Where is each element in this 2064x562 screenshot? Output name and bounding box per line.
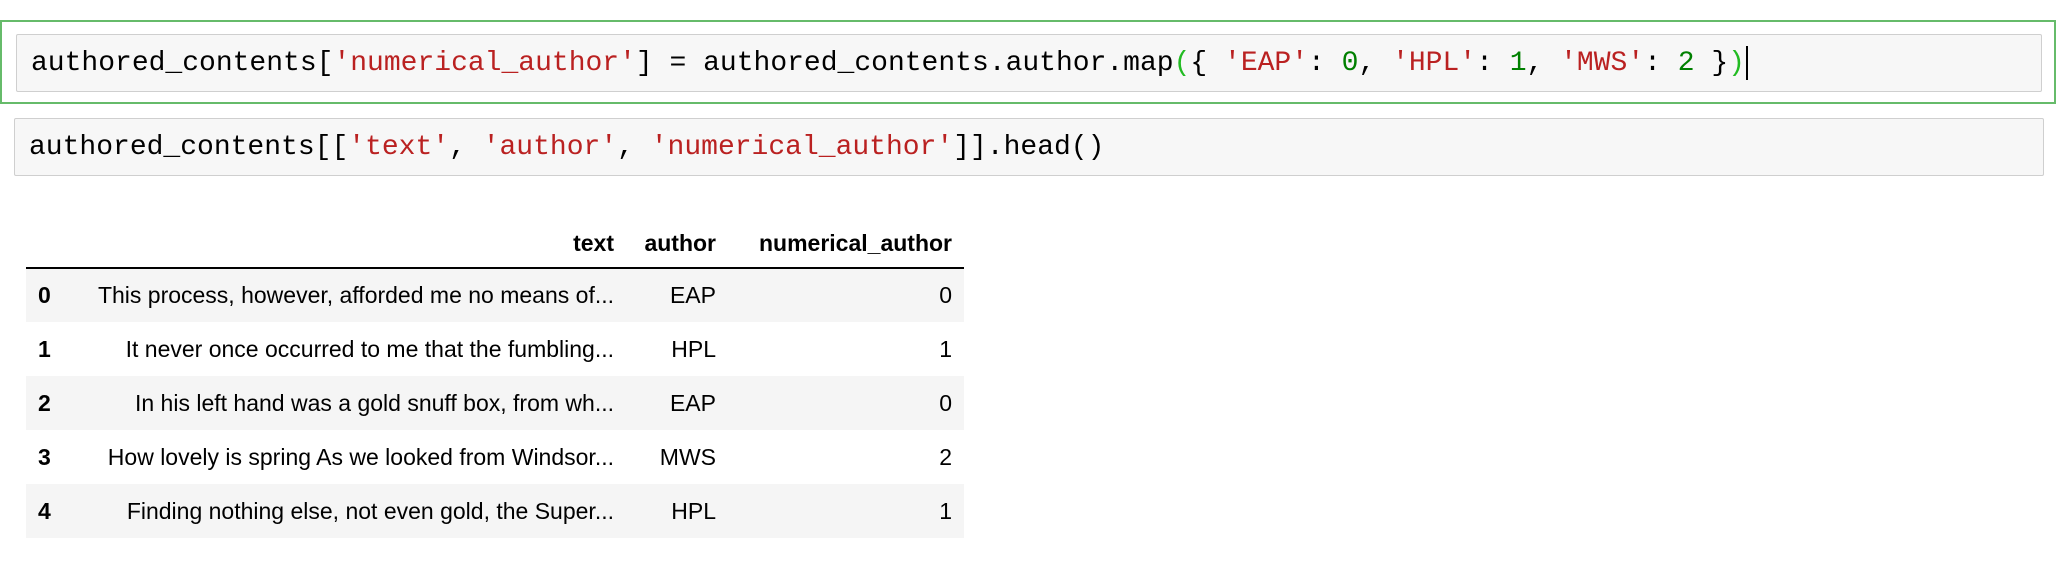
cell-author: MWS [659,443,716,470]
text-cursor [1745,46,1748,80]
code-token: authored_contents[[ [29,131,349,163]
code-token: , [1526,47,1561,79]
row-index: 2 [38,389,51,416]
cell-output: text author numerical_author 0 This proce… [26,220,964,538]
column-header-numerical-author: numerical_author [728,220,964,269]
cell-text: This process, however, afforded me no me… [97,282,614,308]
code-token: 2 [1677,47,1695,79]
code-token: 'author' [482,131,618,163]
table-header-row: text author numerical_author [26,220,964,269]
table-row: 2 In his left hand was a gold snuff box, … [26,376,964,430]
row-index: 4 [38,497,51,524]
cell-text: In his left hand was a gold snuff box, f… [134,389,614,416]
code-cell[interactable]: authored_contents[['text', 'author', 'nu… [0,112,2056,182]
code-token: ] = authored_contents.author.map [635,47,1174,79]
column-header-text: text [64,220,626,269]
cell-author: HPL [671,335,716,362]
row-index: 0 [38,282,51,308]
code-token: , [1358,47,1393,79]
code-token: ]].head() [953,131,1105,163]
cell-numerical-author: 2 [939,443,952,470]
code-token: 'HPL' [1392,47,1477,79]
code-token: 'text' [348,131,450,163]
code-token: , [617,131,651,163]
code-token: 'numerical_author' [333,47,636,79]
code-token: 0 [1341,47,1359,79]
cell-text: How lovely is spring As we looked from W… [107,443,614,470]
code-cell-selected[interactable]: authored_contents['numerical_author'] = … [0,20,2056,104]
code-token: : [1308,47,1342,79]
table-row: 0 This process, however, afforded me no m… [26,268,964,322]
code-input-2[interactable]: authored_contents[['text', 'author', 'nu… [14,118,2044,176]
code-token: } [1694,47,1729,79]
column-header-author: author [626,220,728,269]
code-token: authored_contents[ [31,47,334,79]
cell-numerical-author: 0 [939,282,952,308]
code-input-1[interactable]: authored_contents['numerical_author'] = … [16,34,2042,92]
cell-text: Finding nothing else, not even gold, the… [126,497,614,524]
code-token: ( [1173,47,1191,79]
index-header [26,220,64,269]
code-token: ) [1728,47,1745,79]
table-row: 1 It never once occurred to me that the f… [26,322,964,376]
code-token: 'MWS' [1560,47,1645,79]
code-token: 1 [1509,47,1527,79]
code-token: { [1190,47,1225,79]
cell-numerical-author: 1 [939,497,952,524]
row-index: 1 [38,335,51,362]
table-row: 3 How lovely is spring As we looked from … [26,430,964,484]
cell-author: EAP [669,389,716,416]
code-token: : [1644,47,1678,79]
cell-author: HPL [671,497,716,524]
code-token: , [449,131,483,163]
code-token: : [1476,47,1510,79]
row-index: 3 [38,443,51,470]
table-row: 4 Finding nothing else, not even gold, th… [26,484,964,538]
cell-text: It never once occurred to me that the fu… [125,335,614,362]
code-token: 'EAP' [1224,47,1309,79]
cell-numerical-author: 1 [939,335,952,362]
code-token: 'numerical_author' [650,131,954,163]
cell-author: EAP [669,282,716,308]
cell-numerical-author: 0 [939,389,952,416]
dataframe-table: text author numerical_author 0 This proce… [26,220,964,538]
